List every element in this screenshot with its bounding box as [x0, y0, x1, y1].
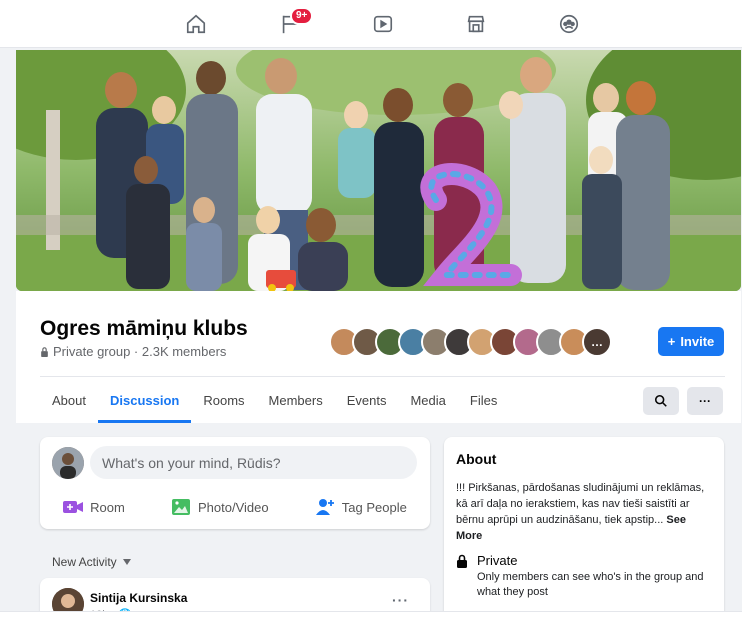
post-author-name[interactable]: Sintija Kursinska — [90, 591, 187, 605]
search-icon — [654, 394, 667, 407]
tab-about[interactable]: About — [40, 378, 98, 423]
marketplace-icon[interactable] — [462, 10, 490, 38]
plus-icon: + — [667, 334, 676, 349]
tab-media[interactable]: Media — [398, 378, 457, 423]
group-tabs: About Discussion Rooms Members Events Me… — [40, 378, 509, 423]
photo-icon — [171, 499, 190, 515]
groups-icon[interactable] — [555, 10, 583, 38]
notification-badge: 9+ — [290, 7, 314, 25]
invite-button[interactable]: + Invite — [658, 327, 724, 356]
member-avatars[interactable]: … — [329, 327, 612, 359]
about-description: !!! Pirkšanas, pārdošanas sludinājumi un… — [456, 480, 714, 544]
more-members-avatar[interactable]: … — [582, 327, 612, 357]
sort-activity-dropdown[interactable]: New Activity — [52, 555, 131, 569]
chevron-down-icon — [122, 559, 131, 565]
photo-video-button[interactable]: Photo/Video — [171, 492, 269, 522]
group-header: Ogres māmiņu klubs Private group · 2.3K … — [16, 291, 741, 423]
user-avatar[interactable] — [52, 447, 84, 479]
watch-video-icon[interactable] — [369, 10, 397, 38]
composer-input[interactable]: What's on your mind, Rūdis? — [90, 446, 417, 479]
room-video-icon — [63, 501, 84, 513]
tab-files[interactable]: Files — [458, 378, 509, 423]
post-composer: What's on your mind, Rūdis? Room Photo/V… — [40, 437, 430, 529]
more-members-glyph: … — [591, 335, 603, 349]
top-navigation-bar: 9+ — [0, 0, 742, 48]
photo-video-label: Photo/Video — [197, 499, 269, 515]
lock-icon — [457, 554, 467, 568]
group-privacy-line: Private group · 2.3K members — [40, 344, 226, 359]
room-label: Room — [90, 499, 125, 515]
about-panel: About !!! Pirkšanas, pārdošanas sludināj… — [444, 437, 724, 623]
lock-icon — [41, 346, 48, 357]
tab-discussion[interactable]: Discussion — [97, 378, 192, 423]
activity-label: New Activity — [52, 555, 117, 569]
tag-people-label: Tag People — [341, 499, 407, 515]
tab-events[interactable]: Events — [335, 378, 399, 423]
search-button[interactable] — [643, 387, 679, 415]
more-options-button[interactable]: ··· — [687, 387, 723, 415]
home-icon[interactable] — [182, 10, 210, 38]
tag-people-icon — [315, 499, 334, 515]
pages-flag-icon[interactable]: 9+ — [276, 7, 314, 38]
composer-actions: Room Photo/Video Tag People — [40, 492, 430, 522]
privacy-title: Private — [477, 553, 518, 568]
post-more-options-button[interactable]: ··· — [392, 592, 409, 608]
tab-rooms[interactable]: Rooms — [191, 378, 256, 423]
invite-label: Invite — [680, 334, 715, 349]
cover-photo — [16, 50, 741, 291]
header-divider — [40, 376, 725, 377]
group-name[interactable]: Ogres māmiņu klubs — [40, 317, 248, 341]
tag-people-button[interactable]: Tag People — [315, 492, 407, 522]
group-privacy-label: Private group · 2.3K members — [53, 344, 227, 359]
tab-members[interactable]: Members — [257, 378, 335, 423]
privacy-description: Only members can see who's in the group … — [477, 571, 704, 598]
room-button[interactable]: Room — [63, 492, 125, 522]
about-title: About — [456, 451, 497, 467]
bottom-scroll-edge — [0, 611, 742, 623]
